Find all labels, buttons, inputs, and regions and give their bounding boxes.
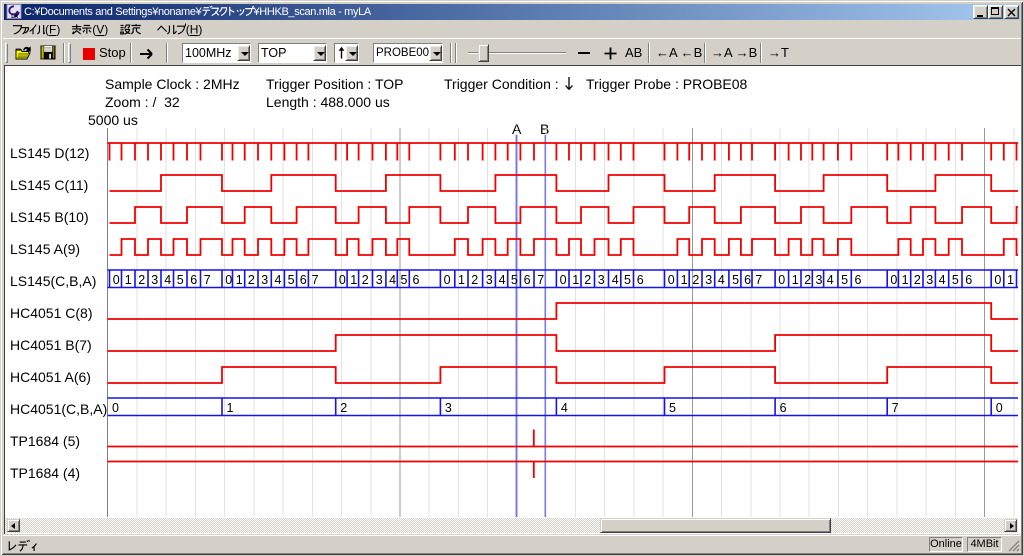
svg-text:2: 2 <box>471 273 478 287</box>
svg-text:0: 0 <box>890 273 897 287</box>
svg-text:0: 0 <box>113 273 120 287</box>
svg-text:6: 6 <box>190 273 197 287</box>
svg-text:0: 0 <box>112 401 119 415</box>
svg-text:5: 5 <box>511 273 518 287</box>
svg-text:7: 7 <box>892 401 899 415</box>
svg-text:6: 6 <box>637 273 644 287</box>
svg-text:0: 0 <box>444 273 451 287</box>
svg-text:5: 5 <box>732 273 739 287</box>
svg-text:4: 4 <box>561 401 568 415</box>
svg-text:1: 1 <box>902 273 909 287</box>
svg-text:1: 1 <box>1007 273 1014 287</box>
svg-text:6: 6 <box>855 273 862 287</box>
svg-text:1: 1 <box>572 273 579 287</box>
svg-text:3: 3 <box>486 273 493 287</box>
svg-text:6: 6 <box>965 273 972 287</box>
svg-text:4: 4 <box>499 273 506 287</box>
svg-text:5: 5 <box>624 273 631 287</box>
svg-text:4: 4 <box>827 273 834 287</box>
svg-text:3: 3 <box>261 273 268 287</box>
svg-text:6: 6 <box>744 273 751 287</box>
svg-text:4: 4 <box>612 273 619 287</box>
svg-text:0: 0 <box>996 401 1003 415</box>
svg-text:2: 2 <box>914 273 921 287</box>
svg-text:6: 6 <box>300 273 307 287</box>
svg-text:5: 5 <box>288 273 295 287</box>
svg-text:1: 1 <box>681 273 688 287</box>
svg-text:6: 6 <box>524 273 531 287</box>
svg-text:1: 1 <box>125 273 132 287</box>
svg-text:7: 7 <box>312 273 319 287</box>
svg-text:0: 0 <box>225 273 232 287</box>
svg-text:2: 2 <box>138 273 145 287</box>
svg-text:0: 0 <box>560 273 567 287</box>
svg-text:0: 0 <box>994 273 1001 287</box>
svg-text:4: 4 <box>389 273 396 287</box>
svg-text:3: 3 <box>598 273 605 287</box>
svg-text:5: 5 <box>952 273 959 287</box>
svg-text:5: 5 <box>177 273 184 287</box>
svg-text:2: 2 <box>248 273 255 287</box>
svg-text:3: 3 <box>705 273 712 287</box>
svg-text:2: 2 <box>804 273 811 287</box>
svg-text:2: 2 <box>692 273 699 287</box>
svg-text:7: 7 <box>755 273 762 287</box>
svg-text:5: 5 <box>401 273 408 287</box>
svg-text:0: 0 <box>339 273 346 287</box>
svg-text:5: 5 <box>669 401 676 415</box>
svg-text:1: 1 <box>236 273 243 287</box>
svg-text:0: 0 <box>668 273 675 287</box>
svg-text:5: 5 <box>841 273 848 287</box>
svg-text:1: 1 <box>350 273 357 287</box>
svg-text:3: 3 <box>926 273 933 287</box>
svg-text:3: 3 <box>151 273 158 287</box>
svg-text:2: 2 <box>362 273 369 287</box>
svg-text:3: 3 <box>445 401 452 415</box>
svg-text:6: 6 <box>780 401 787 415</box>
svg-text:7: 7 <box>537 273 544 287</box>
svg-text:4: 4 <box>718 273 725 287</box>
svg-text:4: 4 <box>164 273 171 287</box>
svg-text:2: 2 <box>340 401 347 415</box>
svg-text:1: 1 <box>792 273 799 287</box>
svg-text:1: 1 <box>458 273 465 287</box>
svg-text:1: 1 <box>227 401 234 415</box>
svg-text:6: 6 <box>413 273 420 287</box>
svg-text:7: 7 <box>204 273 211 287</box>
svg-text:0: 0 <box>778 273 785 287</box>
svg-text:3: 3 <box>376 273 383 287</box>
svg-text:2: 2 <box>584 273 591 287</box>
svg-text:3: 3 <box>816 273 823 287</box>
svg-text:4: 4 <box>275 273 282 287</box>
svg-text:4: 4 <box>939 273 946 287</box>
